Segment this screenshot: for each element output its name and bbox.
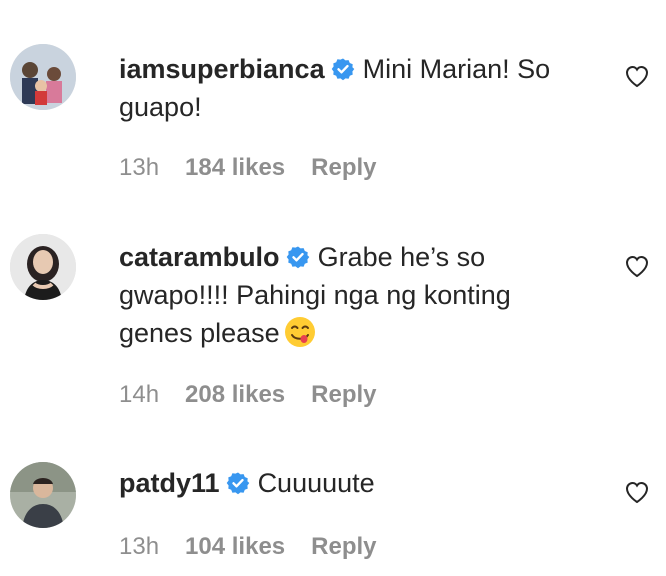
comment-meta: 14h 208 likes Reply	[119, 381, 377, 409]
avatar[interactable]	[10, 44, 76, 110]
reply-button[interactable]: Reply	[311, 381, 376, 409]
comment-body: iamsuperbianca Mini Marian! So guapo!	[119, 50, 589, 126]
avatar[interactable]	[10, 462, 76, 528]
comment-likes[interactable]: 208 likes	[185, 381, 285, 409]
avatar[interactable]	[10, 234, 76, 300]
comment-username[interactable]: patdy11	[119, 468, 220, 498]
comment-username[interactable]: iamsuperbianca	[119, 54, 325, 84]
comment-likes[interactable]: 104 likes	[185, 533, 285, 561]
comment-timestamp[interactable]: 13h	[119, 154, 159, 182]
face-savoring-food-emoji	[284, 317, 315, 347]
reply-button[interactable]: Reply	[311, 533, 376, 561]
comment-text: Cuuuuute	[257, 468, 375, 498]
comment-timestamp[interactable]: 14h	[119, 381, 159, 409]
verified-badge-icon	[286, 246, 309, 269]
comment-body: catarambulo Grabe he’s so gwapo!!!! Pahin…	[119, 238, 589, 352]
heart-outline-icon[interactable]	[624, 254, 650, 278]
comment-likes[interactable]: 184 likes	[185, 154, 285, 182]
verified-badge-icon	[226, 472, 249, 495]
verified-badge-icon	[331, 58, 354, 81]
comment-meta: 13h 184 likes Reply	[119, 154, 377, 182]
comment-username[interactable]: catarambulo	[119, 242, 280, 272]
reply-button[interactable]: Reply	[311, 154, 376, 182]
heart-outline-icon[interactable]	[624, 64, 650, 88]
comment-timestamp[interactable]: 13h	[119, 533, 159, 561]
comment-body: patdy11 Cuuuuute	[119, 464, 589, 502]
heart-outline-icon[interactable]	[624, 480, 650, 504]
comment-meta: 13h 104 likes Reply	[119, 533, 377, 561]
